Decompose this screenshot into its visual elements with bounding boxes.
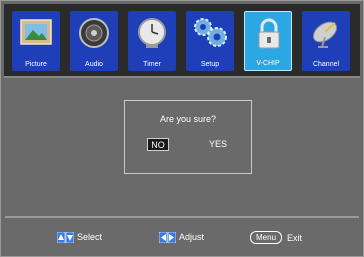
tab-setup[interactable]: Setup [186, 11, 234, 71]
tab-audio-label: Audio [85, 61, 103, 68]
tab-setup-label: Setup [200, 61, 220, 68]
padlock-icon [258, 18, 280, 49]
satellite-dish-icon [312, 21, 338, 48]
tab-picture-label: Picture [25, 61, 47, 68]
speaker-icon [79, 18, 109, 48]
no-button[interactable]: NO [147, 138, 169, 151]
gears-icon [194, 18, 227, 47]
footer-hints: Select Adjust Menu Exit [1, 227, 363, 249]
adjust-hint-label: Adjust [179, 232, 205, 242]
tab-v-chip-label: V-CHIP [256, 60, 280, 67]
exit-hint-label: Exit [287, 232, 303, 243]
menu-key-icon: Menu [250, 231, 283, 244]
tab-timer[interactable]: Timer [128, 11, 176, 71]
confirm-question: Are you sure? [159, 114, 217, 124]
yes-button[interactable]: YES [204, 138, 232, 151]
left-right-arrows-icon [159, 231, 176, 243]
tv-osd-screen: Picture Audio Timer Setup V-CHIP Channel… [0, 0, 364, 257]
tab-picture[interactable]: Picture [12, 11, 60, 71]
tab-channel-label: Channel [312, 61, 340, 68]
exit-hint: Menu Exit [250, 231, 302, 244]
select-hint: Select [57, 231, 102, 243]
tab-v-chip[interactable]: V-CHIP [244, 11, 292, 71]
confirm-dialog: Are you sure? NO YES [124, 100, 252, 174]
footer-divider [5, 216, 359, 218]
tab-timer-label: Timer [143, 61, 161, 68]
main-menu-bar: Picture Audio Timer Setup V-CHIP Channel [4, 4, 360, 78]
clock-icon [138, 18, 166, 48]
adjust-hint: Adjust [159, 231, 204, 243]
tab-channel[interactable]: Channel [302, 11, 350, 71]
select-hint-label: Select [77, 232, 103, 242]
tab-audio[interactable]: Audio [70, 11, 118, 71]
picture-frame-icon [20, 19, 52, 45]
up-down-arrows-icon [57, 231, 74, 243]
